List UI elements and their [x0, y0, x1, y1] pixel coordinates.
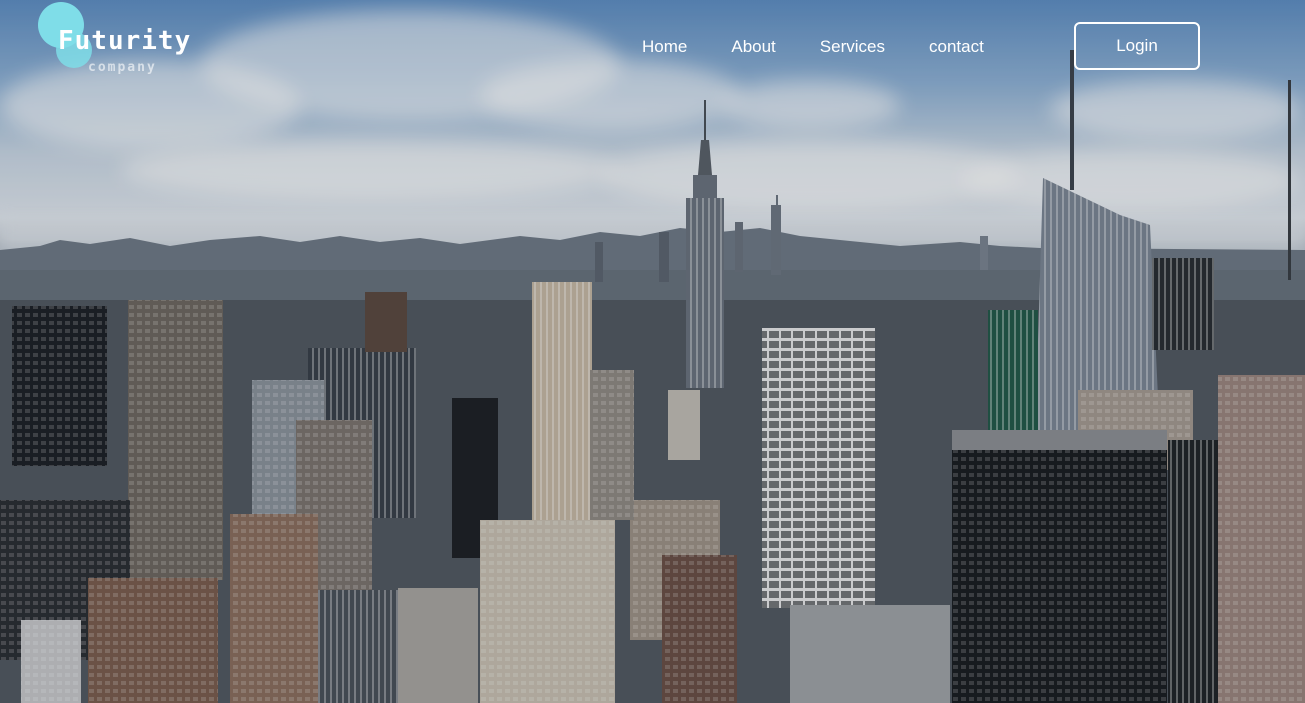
nav-link-home[interactable]: Home — [642, 37, 687, 57]
logo-title: Futurity — [58, 26, 192, 56]
nav-link-services[interactable]: Services — [820, 37, 885, 57]
company-logo[interactable]: Futurity company — [38, 2, 238, 82]
nav-link-contact[interactable]: contact — [929, 37, 984, 57]
main-nav: Home About Services contact — [620, 0, 1006, 94]
city-skyline-image — [0, 50, 1305, 703]
login-button[interactable]: Login — [1074, 22, 1200, 70]
logo-subtitle: company — [88, 60, 157, 75]
hero-section: Futurity company Home About Services con… — [0, 0, 1305, 703]
nav-link-about[interactable]: About — [731, 37, 775, 57]
